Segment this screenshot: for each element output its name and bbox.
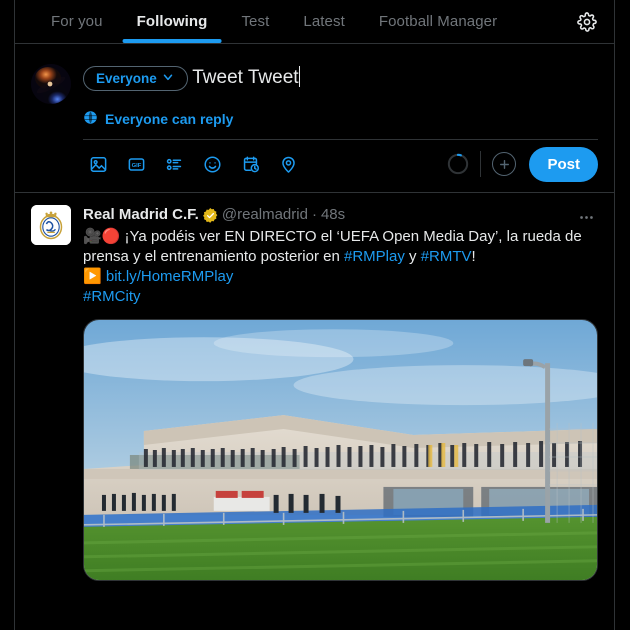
hashtag-rmplay[interactable]: #RMPlay bbox=[344, 248, 405, 265]
red-circle-emoji: 🔴 bbox=[101, 228, 121, 245]
real-madrid-crest-image bbox=[31, 205, 71, 245]
author-name[interactable]: Real Madrid C.F. bbox=[83, 205, 199, 225]
tweet-link[interactable]: bit.ly/HomeRMPlay bbox=[106, 268, 234, 285]
tweet-photo-image bbox=[84, 320, 597, 580]
main-column: For you Following Test Latest Football M… bbox=[14, 0, 615, 630]
tweet-text-body: ¡Ya podéis ver EN DIRECTO el ‘UEFA Open … bbox=[83, 228, 582, 265]
separator-dot: · bbox=[311, 206, 317, 223]
tweet-composer: Everyone Tweet Tweet Everyone can reply … bbox=[15, 44, 614, 193]
composer-tool-icons: GIF bbox=[83, 149, 447, 179]
tweet-header: Real Madrid C.F. @realmadrid · 48s bbox=[83, 205, 598, 225]
composer-body: Everyone Tweet Tweet Everyone can reply … bbox=[71, 52, 598, 188]
hashtag-rmcity[interactable]: #RMCity bbox=[83, 288, 141, 305]
tab-following[interactable]: Following bbox=[120, 0, 225, 43]
tweet-text-exclaim: ! bbox=[471, 248, 476, 265]
chevron-down-icon bbox=[161, 70, 175, 87]
feed-tab-bar: For you Following Test Latest Football M… bbox=[15, 0, 614, 44]
reply-scope-label: Everyone can reply bbox=[105, 111, 234, 127]
svg-text:GIF: GIF bbox=[131, 163, 141, 169]
avatar[interactable] bbox=[31, 205, 71, 245]
tweet-item[interactable]: Real Madrid C.F. @realmadrid · 48s 🎥🔴 ¡Y… bbox=[15, 193, 614, 581]
play-button-emoji: ▶️ bbox=[83, 268, 102, 285]
tab-label: For you bbox=[51, 13, 103, 30]
author-handle[interactable]: @realmadrid bbox=[222, 205, 308, 225]
audience-label: Everyone bbox=[96, 71, 157, 86]
tweet-text: 🎥🔴 ¡Ya podéis ver EN DIRECTO el ‘UEFA Op… bbox=[83, 227, 598, 307]
gif-icon[interactable]: GIF bbox=[121, 149, 151, 179]
tab-latest[interactable]: Latest bbox=[286, 0, 361, 43]
active-tab-underline bbox=[122, 39, 222, 43]
tab-test[interactable]: Test bbox=[224, 0, 286, 43]
twitter-app: For you Following Test Latest Football M… bbox=[0, 0, 630, 630]
tab-for-you[interactable]: For you bbox=[34, 0, 120, 43]
tweet-input-value: Tweet Tweet bbox=[192, 67, 299, 88]
text-cursor bbox=[298, 66, 301, 87]
tweet-photo[interactable] bbox=[83, 319, 598, 581]
tab-list: For you Following Test Latest Football M… bbox=[15, 0, 560, 43]
schedule-icon[interactable] bbox=[235, 149, 265, 179]
tab-label: Latest bbox=[303, 13, 345, 30]
tab-label: Following bbox=[136, 13, 208, 30]
post-button[interactable]: Post bbox=[529, 146, 598, 182]
composer-actions: Post bbox=[447, 146, 598, 182]
poll-icon[interactable] bbox=[159, 149, 189, 179]
user-avatar-image bbox=[31, 64, 71, 104]
audience-selector[interactable]: Everyone bbox=[83, 66, 188, 91]
tweet-text-input[interactable]: Tweet Tweet bbox=[192, 66, 301, 92]
location-icon[interactable] bbox=[273, 149, 303, 179]
character-count-ring[interactable] bbox=[447, 153, 469, 175]
media-icon[interactable] bbox=[83, 149, 113, 179]
hashtag-rmtv[interactable]: #RMTV bbox=[421, 248, 472, 265]
timestamp[interactable]: 48s bbox=[321, 205, 345, 225]
gear-icon bbox=[577, 11, 597, 32]
tab-label: Test bbox=[241, 13, 270, 30]
verified-badge-icon bbox=[202, 207, 218, 223]
tab-football-manager[interactable]: Football Manager bbox=[362, 0, 514, 43]
avatar[interactable] bbox=[31, 64, 71, 104]
globe-icon bbox=[83, 110, 98, 128]
composer-toolbar: GIF Post bbox=[83, 140, 598, 188]
toolbar-divider bbox=[480, 151, 482, 177]
tweet-text-conjunction: y bbox=[404, 248, 421, 265]
add-another-post-button[interactable] bbox=[492, 152, 517, 176]
settings-button[interactable] bbox=[560, 0, 614, 43]
tweet-body: Real Madrid C.F. @realmadrid · 48s 🎥🔴 ¡Y… bbox=[71, 205, 598, 581]
reply-scope-button[interactable]: Everyone can reply bbox=[83, 110, 598, 140]
video-camera-emoji: 🎥 bbox=[83, 228, 102, 245]
tab-label: Football Manager bbox=[378, 13, 498, 30]
more-options-button[interactable] bbox=[572, 203, 600, 231]
emoji-icon[interactable] bbox=[197, 149, 227, 179]
